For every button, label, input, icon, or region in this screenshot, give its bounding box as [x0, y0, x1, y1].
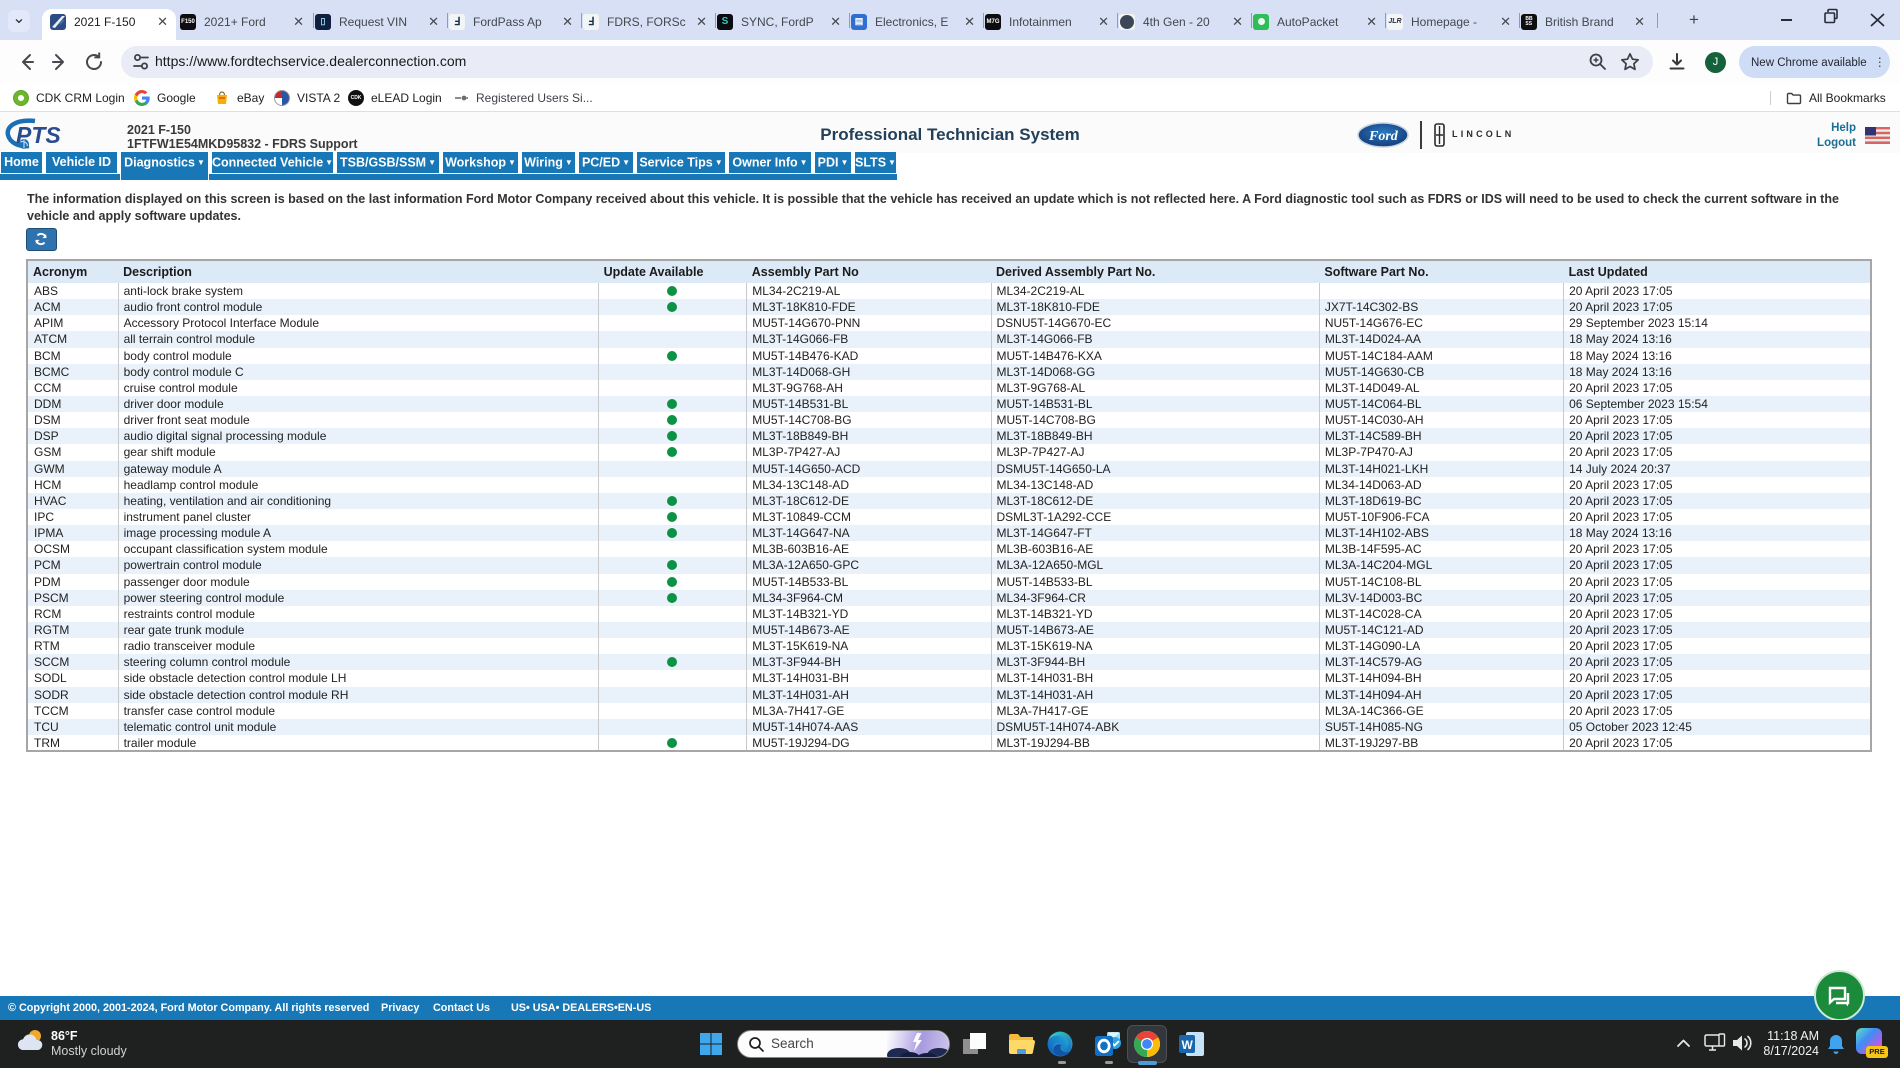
svg-text:Ford: Ford: [1368, 129, 1399, 144]
svg-text:W: W: [1182, 1038, 1194, 1052]
